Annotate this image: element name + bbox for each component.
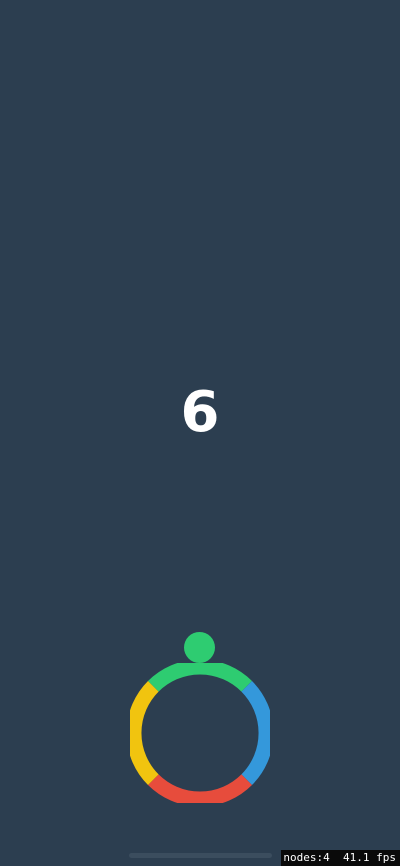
debug-overlay: nodes:4 41.1 fps — [281, 850, 400, 866]
game-screen[interactable]: 6 nodes:4 41.1 fps — [0, 0, 400, 866]
wheel-segment-yellow — [130, 680, 159, 786]
player-ball — [184, 632, 215, 663]
wheel-segment-green — [147, 663, 253, 692]
score-label: 6 — [180, 380, 220, 445]
color-wheel — [130, 663, 270, 803]
debug-fps: 41.1 fps — [343, 851, 396, 864]
wheel-segment-red — [147, 774, 253, 803]
wheel-segment-blue — [241, 680, 270, 786]
home-indicator[interactable] — [129, 853, 272, 858]
debug-nodes: nodes:4 — [283, 851, 330, 864]
